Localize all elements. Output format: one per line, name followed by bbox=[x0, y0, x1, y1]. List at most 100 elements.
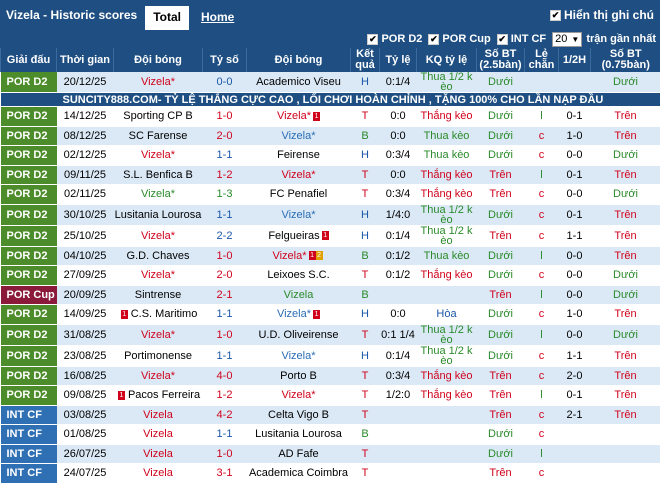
away-team-name[interactable]: Academico Viseu bbox=[256, 76, 341, 88]
away-team-name[interactable]: Academica Coimbra bbox=[249, 467, 348, 479]
ad-banner[interactable]: SUNCITY888.COM- TỶ LỆ THẮNG CỰC CAO , LỐ… bbox=[0, 92, 660, 107]
home-team-name[interactable]: Sporting CP B bbox=[123, 110, 193, 122]
home-team-name[interactable]: Vizela* bbox=[141, 230, 175, 242]
filter-por-d2[interactable]: ✔ POR D2 bbox=[367, 33, 422, 45]
league-cell[interactable]: POR Cup bbox=[0, 285, 57, 305]
home-team-cell[interactable]: Sporting CP B bbox=[113, 106, 203, 127]
home-team-cell[interactable]: Vizela* bbox=[113, 366, 203, 386]
league-cell[interactable]: POR D2 bbox=[0, 204, 57, 226]
away-team-cell[interactable]: Leixoes S.C. bbox=[246, 265, 351, 286]
home-team-name[interactable]: Pacos Ferreira bbox=[128, 389, 200, 401]
away-team-cell[interactable]: Vizela* bbox=[246, 345, 351, 367]
home-team-cell[interactable]: Vizela* bbox=[113, 72, 203, 93]
home-team-cell[interactable]: Portimonense bbox=[113, 345, 203, 367]
away-team-cell[interactable]: Vizela* bbox=[246, 204, 351, 226]
table-row[interactable]: INT CF 26/07/25 Vizela 1-0 AD Fafe T Dưới l bbox=[0, 444, 660, 464]
league-cell[interactable]: POR D2 bbox=[0, 385, 57, 406]
table-row[interactable]: POR D2 09/08/25 1 Pacos Ferreira 1-2 Vizela*… bbox=[0, 385, 660, 406]
home-team-name[interactable]: Vizela bbox=[143, 467, 173, 479]
away-team-name[interactable]: Vizela* bbox=[281, 209, 315, 221]
league-cell[interactable]: POR D2 bbox=[0, 165, 57, 185]
league-cell[interactable]: POR D2 bbox=[0, 145, 57, 166]
table-row[interactable]: INT CF 03/08/25 Vizela 4-2 Celta Vigo B T Trên… bbox=[0, 405, 660, 425]
league-cell[interactable]: POR D2 bbox=[0, 265, 57, 286]
filter-int-cf[interactable]: ✔ INT CF bbox=[496, 33, 546, 45]
away-team-name[interactable]: Vizela* bbox=[277, 308, 311, 320]
away-team-cell[interactable]: Celta Vigo B bbox=[246, 405, 351, 425]
table-row[interactable]: POR D2 08/12/25 SC Farense 2-0 Vizela* B 0:0 Th… bbox=[0, 126, 660, 146]
away-team-cell[interactable]: Feirense bbox=[246, 145, 351, 166]
table-row[interactable]: POR D2 02/12/25 Vizela* 1-1 Feirense H 0:3/4 Th… bbox=[0, 145, 660, 166]
home-team-cell[interactable]: S.L. Benfica B bbox=[113, 165, 203, 185]
home-team-cell[interactable]: Vizela bbox=[113, 444, 203, 464]
away-team-name[interactable]: Lusitania Lourosa bbox=[255, 428, 342, 440]
away-team-name[interactable]: U.D. Oliveirense bbox=[258, 329, 338, 341]
away-team-name[interactable]: FC Penafiel bbox=[270, 188, 327, 200]
away-team-cell[interactable]: Vizela* 1 bbox=[246, 304, 351, 325]
tab-total[interactable]: Total bbox=[145, 6, 189, 30]
away-team-cell[interactable]: Vizela* 1 2 bbox=[246, 246, 351, 266]
away-team-name[interactable]: Vizela* bbox=[281, 169, 315, 181]
home-team-cell[interactable]: 1 C.S. Maritimo bbox=[113, 304, 203, 325]
home-team-cell[interactable]: SC Farense bbox=[113, 126, 203, 146]
table-row[interactable]: POR D2 20/12/25 Vizela* 0-0 Academico Viseu H… bbox=[0, 72, 660, 93]
league-cell[interactable]: POR D2 bbox=[0, 366, 57, 386]
away-team-cell[interactable]: Felgueiras 1 bbox=[246, 225, 351, 247]
table-row[interactable]: POR D2 14/12/25 Sporting CP B 1-0 Vizela* 1 T 0… bbox=[0, 106, 660, 127]
league-cell[interactable]: POR D2 bbox=[0, 72, 57, 93]
away-team-cell[interactable]: Vizela* bbox=[246, 385, 351, 406]
home-team-name[interactable]: Vizela* bbox=[141, 188, 175, 200]
league-cell[interactable]: INT CF bbox=[0, 424, 57, 445]
away-team-cell[interactable]: FC Penafiel bbox=[246, 184, 351, 205]
home-team-name[interactable]: C.S. Maritimo bbox=[131, 308, 198, 320]
table-row[interactable]: POR D2 14/09/25 1 C.S. Maritimo 1-1 Vizela* 1… bbox=[0, 304, 660, 325]
home-team-cell[interactable]: Vizela bbox=[113, 405, 203, 425]
table-row[interactable]: POR D2 27/09/25 Vizela* 2-0 Leixoes S.C. T 0:1… bbox=[0, 265, 660, 286]
away-team-name[interactable]: Vizela* bbox=[281, 350, 315, 362]
home-team-name[interactable]: Portimonense bbox=[124, 350, 192, 362]
ad-banner-row[interactable]: SUNCITY888.COM- TỶ LỆ THẮNG CỰC CAO , LỐ… bbox=[0, 92, 660, 107]
league-cell[interactable]: POR D2 bbox=[0, 246, 57, 266]
match-count-select[interactable]: 20 ▼ bbox=[552, 31, 583, 47]
away-team-name[interactable]: Feirense bbox=[277, 149, 320, 161]
checkbox-icon[interactable]: ✔ bbox=[496, 33, 508, 45]
home-team-name[interactable]: Vizela bbox=[143, 428, 173, 440]
home-team-name[interactable]: S.L. Benfica B bbox=[123, 169, 193, 181]
home-team-name[interactable]: SC Farense bbox=[129, 130, 188, 142]
away-team-name[interactable]: Porto B bbox=[280, 370, 317, 382]
home-team-name[interactable]: Vizela bbox=[143, 409, 173, 421]
away-team-cell[interactable]: Vizela* bbox=[246, 126, 351, 146]
home-team-cell[interactable]: Vizela* bbox=[113, 265, 203, 286]
away-team-cell[interactable]: Vizela* 1 bbox=[246, 106, 351, 127]
league-cell[interactable]: INT CF bbox=[0, 405, 57, 425]
table-row[interactable]: INT CF 24/07/25 Vizela 3-1 Academica Coimbra… bbox=[0, 463, 660, 484]
away-team-name[interactable]: Vizela* bbox=[277, 110, 311, 122]
league-cell[interactable]: INT CF bbox=[0, 444, 57, 464]
home-team-cell[interactable]: Vizela bbox=[113, 424, 203, 445]
away-team-name[interactable]: Vizela* bbox=[272, 250, 306, 262]
table-row[interactable]: POR D2 23/08/25 Portimonense 1-1 Vizela* H 0:1… bbox=[0, 345, 660, 367]
filter-por-cup[interactable]: ✔ POR Cup bbox=[428, 33, 491, 45]
league-cell[interactable]: POR D2 bbox=[0, 184, 57, 205]
league-cell[interactable]: POR D2 bbox=[0, 345, 57, 367]
home-team-cell[interactable]: Vizela bbox=[113, 463, 203, 484]
table-row[interactable]: POR D2 04/10/25 G.D. Chaves 1-0 Vizela* 1 2 B 0:… bbox=[0, 246, 660, 266]
away-team-name[interactable]: Felgueiras bbox=[268, 230, 319, 242]
home-team-name[interactable]: Vizela* bbox=[141, 329, 175, 341]
table-row[interactable]: POR Cup 20/09/25 Sintrense 2-1 Vizela B Trên l 0… bbox=[0, 285, 660, 305]
home-team-cell[interactable]: Vizela* bbox=[113, 324, 203, 346]
table-row[interactable]: POR D2 02/11/25 Vizela* 1-3 FC Penafiel T 0:3/… bbox=[0, 184, 660, 205]
table-row[interactable]: POR D2 25/10/25 Vizela* 2-2 Felgueiras 1 H 0:1/… bbox=[0, 225, 660, 247]
home-team-name[interactable]: Vizela* bbox=[141, 269, 175, 281]
home-team-name[interactable]: G.D. Chaves bbox=[127, 250, 190, 262]
away-team-cell[interactable]: Academica Coimbra bbox=[246, 463, 351, 484]
home-team-cell[interactable]: G.D. Chaves bbox=[113, 246, 203, 266]
tab-home[interactable]: Home bbox=[193, 6, 242, 30]
home-team-name[interactable]: Vizela* bbox=[141, 370, 175, 382]
away-team-cell[interactable]: Vizela* bbox=[246, 165, 351, 185]
table-row[interactable]: POR D2 09/11/25 S.L. Benfica B 1-2 Vizela* T 0… bbox=[0, 165, 660, 185]
table-row[interactable]: POR D2 30/10/25 Lusitania Lourosa 1-1 Vizela… bbox=[0, 204, 660, 226]
table-row[interactable]: POR D2 16/08/25 Vizela* 4-0 Porto B T 0:3/4 Thắ… bbox=[0, 366, 660, 386]
table-row[interactable]: INT CF 01/08/25 Vizela 1-1 Lusitania Lourosa… bbox=[0, 424, 660, 445]
checkbox-icon[interactable]: ✔ bbox=[428, 33, 440, 45]
